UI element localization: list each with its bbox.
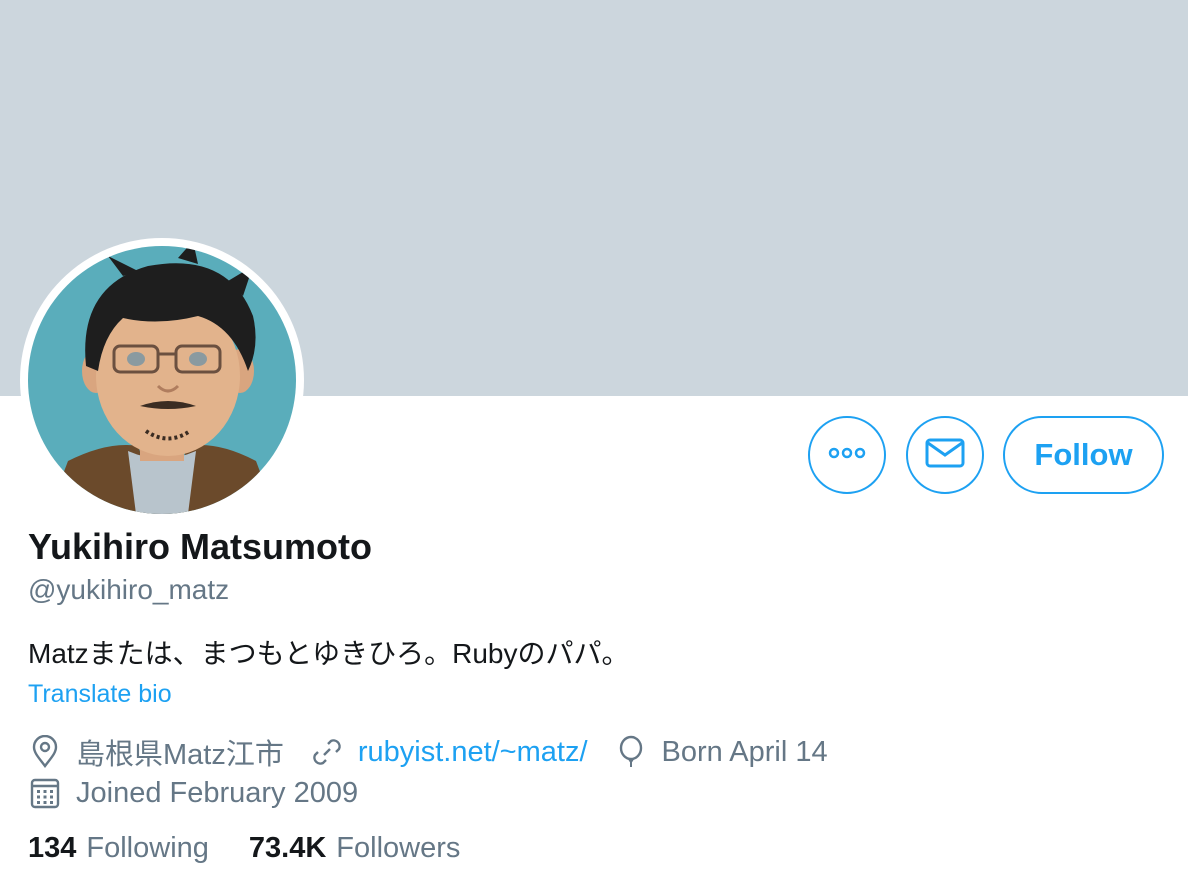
following-stat[interactable]: 134 Following (28, 832, 209, 865)
followers-stat[interactable]: 73.4K Followers (249, 832, 460, 865)
envelope-icon (925, 437, 965, 474)
profile-name: Yukihiro Matsumoto (28, 526, 373, 567)
avatar[interactable] (20, 238, 304, 522)
follow-button[interactable]: Follow (1003, 416, 1164, 494)
location-pin-icon (28, 735, 62, 769)
profile-birthday: Born April 14 (661, 735, 828, 768)
profile-bio: Matzまたは、まつもとゆきひろ。Rubyのパパ。 (28, 638, 630, 669)
following-count: 134 (28, 832, 77, 864)
balloon-icon (614, 735, 648, 769)
profile-joined: Joined February 2009 (76, 776, 359, 809)
profile-location: 島根県Matz江市 (76, 739, 284, 771)
profile-website-link[interactable]: rubyist.net/~matz/ (358, 736, 588, 769)
calendar-icon (28, 776, 62, 810)
following-label: Following (86, 832, 209, 864)
profile-joined-row: Joined February 2009 (28, 773, 358, 813)
followers-count: 73.4K (248, 832, 327, 864)
avatar-illustration (28, 246, 296, 514)
profile-stats: 134 Following 73.4K Followers (28, 832, 460, 865)
link-icon (310, 735, 344, 769)
more-dots-icon (827, 446, 867, 465)
more-button[interactable] (808, 416, 886, 494)
profile-handle: @yukihiro_matz (28, 574, 230, 605)
profile-meta-row: 島根県Matz江市 rubyist.net/~matz/ Born April … (28, 732, 828, 772)
message-button[interactable] (906, 416, 984, 494)
followers-label: Followers (336, 832, 461, 864)
translate-bio-link[interactable]: Translate bio (28, 680, 172, 709)
